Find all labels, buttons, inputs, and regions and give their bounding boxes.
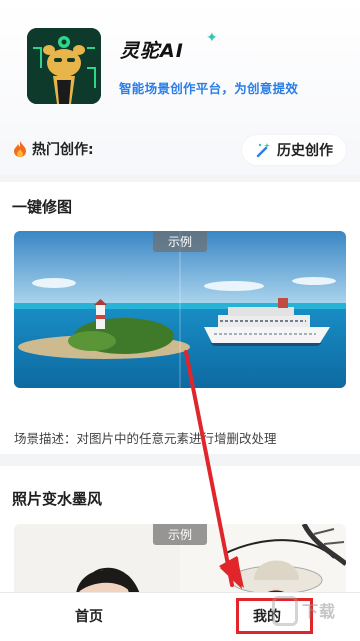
- app-name: 灵驼AI: [120, 40, 184, 62]
- card-title: 照片变水墨风: [12, 490, 103, 508]
- app-slogan: 智能场景创作平台，为创意提效: [119, 81, 299, 96]
- retouch-card[interactable]: 一键修图 示例 场景描述：对图片中的任意元素进行增删改处理: [0, 182, 360, 454]
- watermark-text: 下载: [302, 602, 337, 621]
- sample-badge: 示例: [153, 231, 207, 252]
- card-title: 一键修图: [12, 198, 73, 216]
- card-description: 场景描述：对图片中的任意元素进行增删改处理: [14, 431, 277, 446]
- hot-title: 热门创作:: [32, 142, 94, 158]
- sparkle-icon: ✦: [206, 30, 218, 46]
- sea-scene-image: [14, 231, 346, 388]
- sample-badge: 示例: [153, 524, 207, 545]
- magic-wand-icon: [256, 143, 270, 158]
- fire-icon: [14, 141, 26, 157]
- history-label: 历史创作: [277, 143, 333, 159]
- tab-home[interactable]: 首页: [75, 606, 103, 626]
- history-button[interactable]: 历史创作: [242, 135, 346, 165]
- watermark-logo: [272, 596, 298, 626]
- camel-logo-icon: [27, 28, 101, 104]
- retouch-preview-image[interactable]: 示例: [14, 231, 346, 388]
- app-logo: [27, 28, 101, 104]
- hot-section-header: 热门创作:: [12, 139, 94, 159]
